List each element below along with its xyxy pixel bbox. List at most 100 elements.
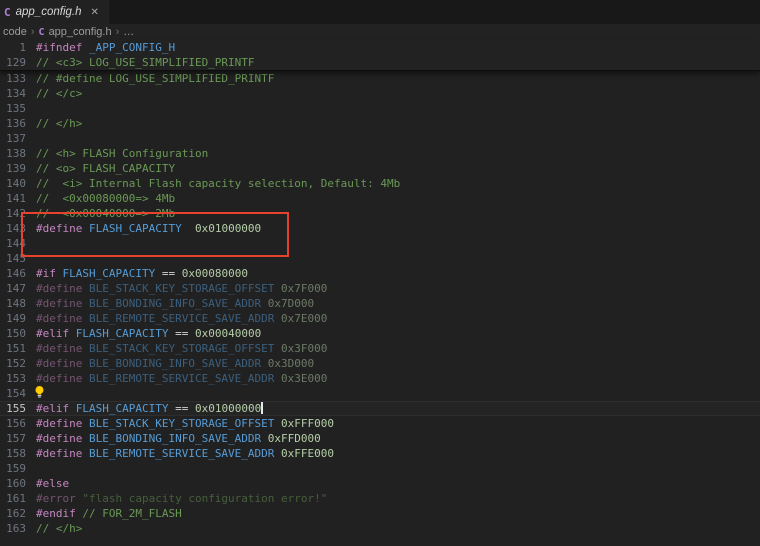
code-text[interactable]: #define BLE_BONDING_INFO_SAVE_ADDR 0x3D0… [36, 356, 760, 371]
code-text[interactable]: // <0x00040000=> 2Mb [36, 206, 760, 221]
line-number[interactable]: 162 [0, 506, 26, 521]
code-text[interactable]: #else [36, 476, 760, 491]
line-number[interactable]: 147 [0, 281, 26, 296]
code-line[interactable]: 155 #elif FLASH_CAPACITY == 0x01000000 [0, 401, 760, 416]
code-line[interactable]: 150 #elif FLASH_CAPACITY == 0x00040000 [0, 326, 760, 341]
code-text[interactable] [36, 386, 760, 401]
line-number[interactable]: 143 [0, 221, 26, 236]
code-line[interactable]: 149 #define BLE_REMOTE_SERVICE_SAVE_ADDR … [0, 311, 760, 326]
code-line[interactable]: 137 [0, 131, 760, 146]
code-line[interactable]: 136 // </h> [0, 116, 760, 131]
line-number[interactable]: 152 [0, 356, 26, 371]
code-text[interactable]: #elif FLASH_CAPACITY == 0x01000000 [36, 401, 760, 416]
line-number[interactable]: 163 [0, 521, 26, 536]
code-line[interactable]: 139 // <o> FLASH_CAPACITY [0, 161, 760, 176]
code-line[interactable]: 151 #define BLE_STACK_KEY_STORAGE_OFFSET … [0, 341, 760, 356]
line-number[interactable]: 137 [0, 131, 26, 146]
code-line[interactable]: 1 #ifndef _APP_CONFIG_H [0, 40, 760, 55]
line-number[interactable]: 140 [0, 176, 26, 191]
line-number[interactable]: 161 [0, 491, 26, 506]
code-text[interactable]: // <o> FLASH_CAPACITY [36, 161, 760, 176]
code-text[interactable]: // <c3> LOG_USE_SIMPLIFIED_PRINTF [36, 55, 760, 70]
code-text[interactable]: // #define LOG_USE_SIMPLIFIED_PRINTF [36, 71, 760, 86]
code-line[interactable]: 157 #define BLE_BONDING_INFO_SAVE_ADDR 0x… [0, 431, 760, 446]
line-number[interactable]: 139 [0, 161, 26, 176]
code-text[interactable]: #if FLASH_CAPACITY == 0x00080000 [36, 266, 760, 281]
line-number[interactable]: 1 [0, 40, 26, 55]
code-text[interactable]: // </h> [36, 116, 760, 131]
code-text[interactable]: #define BLE_REMOTE_SERVICE_SAVE_ADDR 0x3… [36, 371, 760, 386]
line-number[interactable]: 151 [0, 341, 26, 356]
line-number[interactable]: 158 [0, 446, 26, 461]
line-number[interactable]: 136 [0, 116, 26, 131]
code-line[interactable]: 145 [0, 251, 760, 266]
line-number[interactable]: 155 [0, 401, 26, 416]
line-number[interactable]: 133 [0, 71, 26, 86]
code-line[interactable]: 141 // <0x00080000=> 4Mb [0, 191, 760, 206]
line-number[interactable]: 135 [0, 101, 26, 116]
code-line[interactable]: 159 [0, 461, 760, 476]
code-line[interactable]: 133 // #define LOG_USE_SIMPLIFIED_PRINTF [0, 71, 760, 86]
code-line[interactable]: 129 // <c3> LOG_USE_SIMPLIFIED_PRINTF [0, 55, 760, 70]
code-text[interactable] [36, 101, 760, 116]
code-text[interactable]: // <i> Internal Flash capacity selection… [36, 176, 760, 191]
tab-app-config-h[interactable]: C app_config.h ✕ [0, 0, 109, 24]
line-number[interactable]: 157 [0, 431, 26, 446]
breadcrumb-file[interactable]: app_config.h [49, 26, 112, 38]
code-line[interactable]: 144 [0, 236, 760, 251]
breadcrumb-symbol-more[interactable]: … [123, 26, 134, 38]
code-text[interactable]: #define BLE_STACK_KEY_STORAGE_OFFSET 0x7… [36, 281, 760, 296]
line-number[interactable]: 160 [0, 476, 26, 491]
code-line[interactable]: 152 #define BLE_BONDING_INFO_SAVE_ADDR 0x… [0, 356, 760, 371]
code-text[interactable] [36, 461, 760, 476]
code-line[interactable]: 156 #define BLE_STACK_KEY_STORAGE_OFFSET … [0, 416, 760, 431]
code-line[interactable]: 148 #define BLE_BONDING_INFO_SAVE_ADDR 0x… [0, 296, 760, 311]
code-text[interactable]: #elif FLASH_CAPACITY == 0x00040000 [36, 326, 760, 341]
code-text[interactable]: #define BLE_BONDING_INFO_SAVE_ADDR 0x7D0… [36, 296, 760, 311]
line-number[interactable]: 141 [0, 191, 26, 206]
code-line[interactable]: 146 #if FLASH_CAPACITY == 0x00080000 [0, 266, 760, 281]
line-number[interactable]: 145 [0, 251, 26, 266]
line-number[interactable]: 138 [0, 146, 26, 161]
line-number[interactable]: 156 [0, 416, 26, 431]
code-text[interactable]: #define FLASH_CAPACITY 0x01000000 [36, 221, 760, 236]
code-text[interactable]: // </h> [36, 521, 760, 536]
code-line[interactable]: 160 #else [0, 476, 760, 491]
line-number[interactable]: 153 [0, 371, 26, 386]
code-text[interactable]: #define BLE_REMOTE_SERVICE_SAVE_ADDR 0x7… [36, 311, 760, 326]
code-text[interactable]: #define BLE_REMOTE_SERVICE_SAVE_ADDR 0xF… [36, 446, 760, 461]
code-text[interactable] [36, 131, 760, 146]
code-text[interactable]: #define BLE_STACK_KEY_STORAGE_OFFSET 0x3… [36, 341, 760, 356]
code-text[interactable]: #ifndef _APP_CONFIG_H [36, 40, 760, 55]
code-line[interactable]: 147 #define BLE_STACK_KEY_STORAGE_OFFSET … [0, 281, 760, 296]
line-number[interactable]: 142 [0, 206, 26, 221]
lightbulb-icon[interactable] [34, 386, 45, 402]
code-line[interactable]: 142 // <0x00040000=> 2Mb [0, 206, 760, 221]
code-line[interactable]: 163 // </h> [0, 521, 760, 536]
code-text[interactable]: #define BLE_STACK_KEY_STORAGE_OFFSET 0xF… [36, 416, 760, 431]
code-line[interactable]: 143 #define FLASH_CAPACITY 0x01000000 [0, 221, 760, 236]
code-text[interactable]: // </c> [36, 86, 760, 101]
line-number[interactable]: 129 [0, 55, 26, 70]
code-text[interactable] [36, 251, 760, 266]
code-line[interactable]: 154 [0, 386, 760, 401]
code-text[interactable]: #define BLE_BONDING_INFO_SAVE_ADDR 0xFFD… [36, 431, 760, 446]
line-number[interactable]: 134 [0, 86, 26, 101]
code-line[interactable]: 138 // <h> FLASH Configuration [0, 146, 760, 161]
line-number[interactable]: 148 [0, 296, 26, 311]
line-number[interactable]: 154 [0, 386, 26, 401]
close-icon[interactable]: ✕ [91, 7, 99, 18]
code-text[interactable]: // <0x00080000=> 4Mb [36, 191, 760, 206]
code-text[interactable]: #endif // FOR_2M_FLASH [36, 506, 760, 521]
line-number[interactable]: 159 [0, 461, 26, 476]
code-text[interactable]: // <h> FLASH Configuration [36, 146, 760, 161]
code-text[interactable]: #error "flash capacity configuration err… [36, 491, 760, 506]
line-number[interactable]: 150 [0, 326, 26, 341]
line-number[interactable]: 149 [0, 311, 26, 326]
code-line[interactable]: 140 // <i> Internal Flash capacity select… [0, 176, 760, 191]
code-line[interactable]: 134 // </c> [0, 86, 760, 101]
line-number[interactable]: 146 [0, 266, 26, 281]
code-line[interactable]: 153 #define BLE_REMOTE_SERVICE_SAVE_ADDR … [0, 371, 760, 386]
breadcrumb-folder[interactable]: code [3, 26, 27, 38]
code-text[interactable] [36, 236, 760, 251]
